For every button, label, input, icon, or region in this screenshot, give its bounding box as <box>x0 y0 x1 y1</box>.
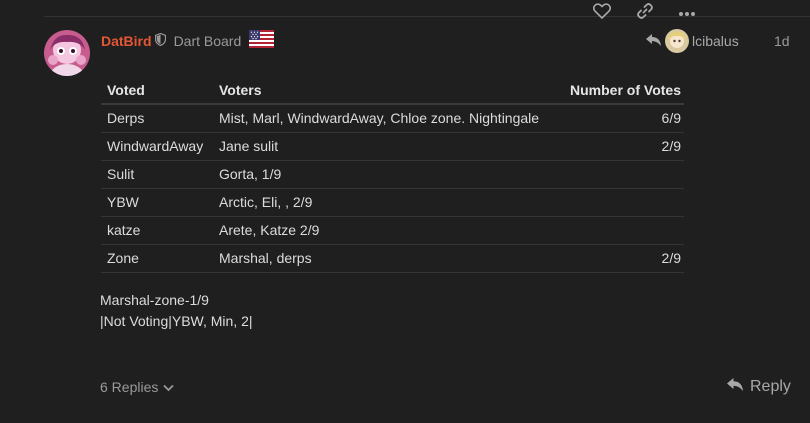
voted-cell: Zone <box>101 244 213 273</box>
reply-to-avatar <box>665 29 689 53</box>
table-header-row: Voted Voters Number of Votes <box>101 76 684 105</box>
header-voted: Voted <box>101 76 213 105</box>
replies-label: 6 Replies <box>100 379 159 395</box>
copy-link-button[interactable] <box>634 0 656 26</box>
voters-cell: Mist, Marl, WindwardAway, Chloe zone. Ni… <box>213 104 559 133</box>
body-line: |Not Voting|YBW, Min, 2| <box>100 313 253 329</box>
vote-count-cell: 2/9 <box>558 244 684 273</box>
voters-cell: Marshal, derps <box>213 244 559 273</box>
table-row: Zone Marshal, derps 2/9 <box>101 244 684 273</box>
show-replies-button[interactable]: 6 Replies <box>100 376 175 398</box>
vote-table: Voted Voters Number of Votes Derps Mist,… <box>101 76 684 273</box>
ellipsis-icon <box>678 4 696 22</box>
chevron-down-icon <box>163 379 175 395</box>
voted-cell: Derps <box>101 104 213 133</box>
reply-label: Reply <box>750 378 791 395</box>
voted-cell: Sulit <box>101 160 213 189</box>
voted-cell: YBW <box>101 188 213 217</box>
table-row: katze Arete, Katze 2/9 <box>101 216 684 245</box>
us-flag-icon <box>249 30 275 53</box>
heart-icon <box>592 2 612 24</box>
avatar[interactable] <box>44 30 90 76</box>
voted-cell: WindwardAway <box>101 132 213 161</box>
header-voters: Voters <box>213 76 559 105</box>
user-title: Dart Board <box>173 33 242 49</box>
username[interactable]: DatBird <box>101 33 152 49</box>
vote-count-cell: 6/9 <box>558 104 684 133</box>
header-number-of-votes: Number of Votes <box>558 76 684 105</box>
table-row: WindwardAway Jane sulit 2/9 <box>101 132 684 161</box>
reply-to-username: lcibalus <box>692 33 739 49</box>
table-row: YBW Arctic, Eli, , 2/9 <box>101 188 684 217</box>
table-row: Sulit Gorta, 1/9 <box>101 160 684 189</box>
post-date[interactable]: 1d <box>774 33 790 49</box>
voters-cell: Arete, Katze 2/9 <box>213 216 559 245</box>
vote-count-cell: 2/9 <box>558 132 684 161</box>
like-button[interactable] <box>591 0 613 26</box>
vote-count-cell <box>558 216 684 245</box>
link-icon <box>636 2 654 25</box>
reply-button[interactable]: Reply <box>726 374 791 400</box>
reply-arrow-icon <box>645 33 662 50</box>
vote-count-cell <box>558 188 684 217</box>
vote-count-cell <box>558 160 684 189</box>
post-body-text: Marshal-zone-1/9 |Not Voting|YBW, Min, 2… <box>100 290 253 332</box>
reply-arrow-icon <box>726 377 750 397</box>
post-header: DatBird Dart Board <box>101 30 275 53</box>
shield-icon <box>154 32 166 51</box>
reply-to-link[interactable]: lcibalus <box>645 28 739 54</box>
voters-cell: Arctic, Eli, , 2/9 <box>213 188 559 217</box>
body-line: Marshal-zone-1/9 <box>100 292 209 308</box>
voted-cell: katze <box>101 216 213 245</box>
table-row: Derps Mist, Marl, WindwardAway, Chloe zo… <box>101 104 684 133</box>
voters-cell: Jane sulit <box>213 132 559 161</box>
more-actions-button[interactable] <box>676 0 698 26</box>
voters-cell: Gorta, 1/9 <box>213 160 559 189</box>
